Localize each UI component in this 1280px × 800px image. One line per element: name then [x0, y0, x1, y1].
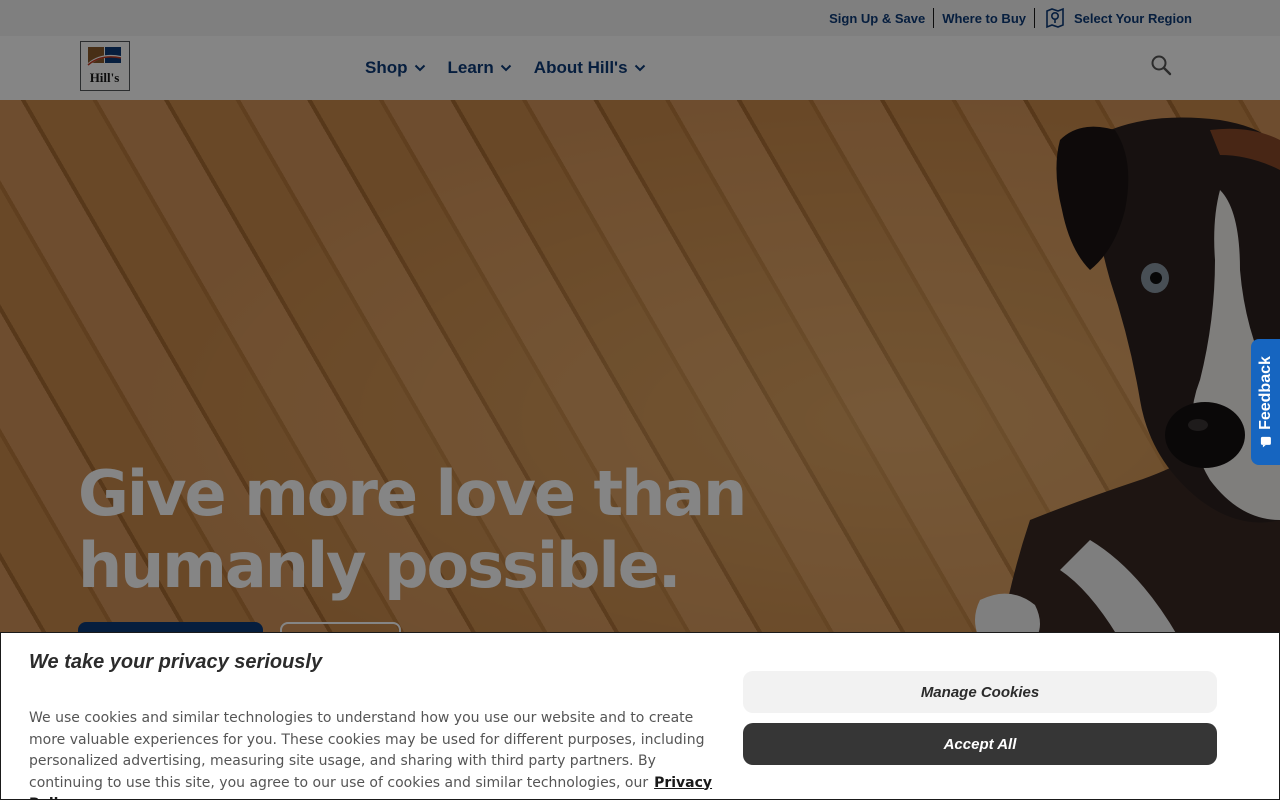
feedback-label: Feedback: [1256, 356, 1274, 430]
page: Sign Up & Save Where to Buy Select Your …: [0, 0, 1280, 800]
cookie-body-text: We use cookies and similar technologies …: [29, 710, 705, 791]
cookie-title: We take your privacy seriously: [29, 651, 323, 673]
cookie-banner: We take your privacy seriously We use co…: [0, 632, 1280, 800]
feedback-tab[interactable]: Feedback: [1251, 339, 1280, 465]
feedback-content: Feedback: [1257, 356, 1275, 448]
accept-all-button[interactable]: Accept All: [743, 723, 1217, 765]
manage-cookies-button[interactable]: Manage Cookies: [743, 671, 1217, 713]
feedback-icon: [1260, 436, 1271, 448]
cookie-body: We use cookies and similar technologies …: [29, 708, 719, 800]
